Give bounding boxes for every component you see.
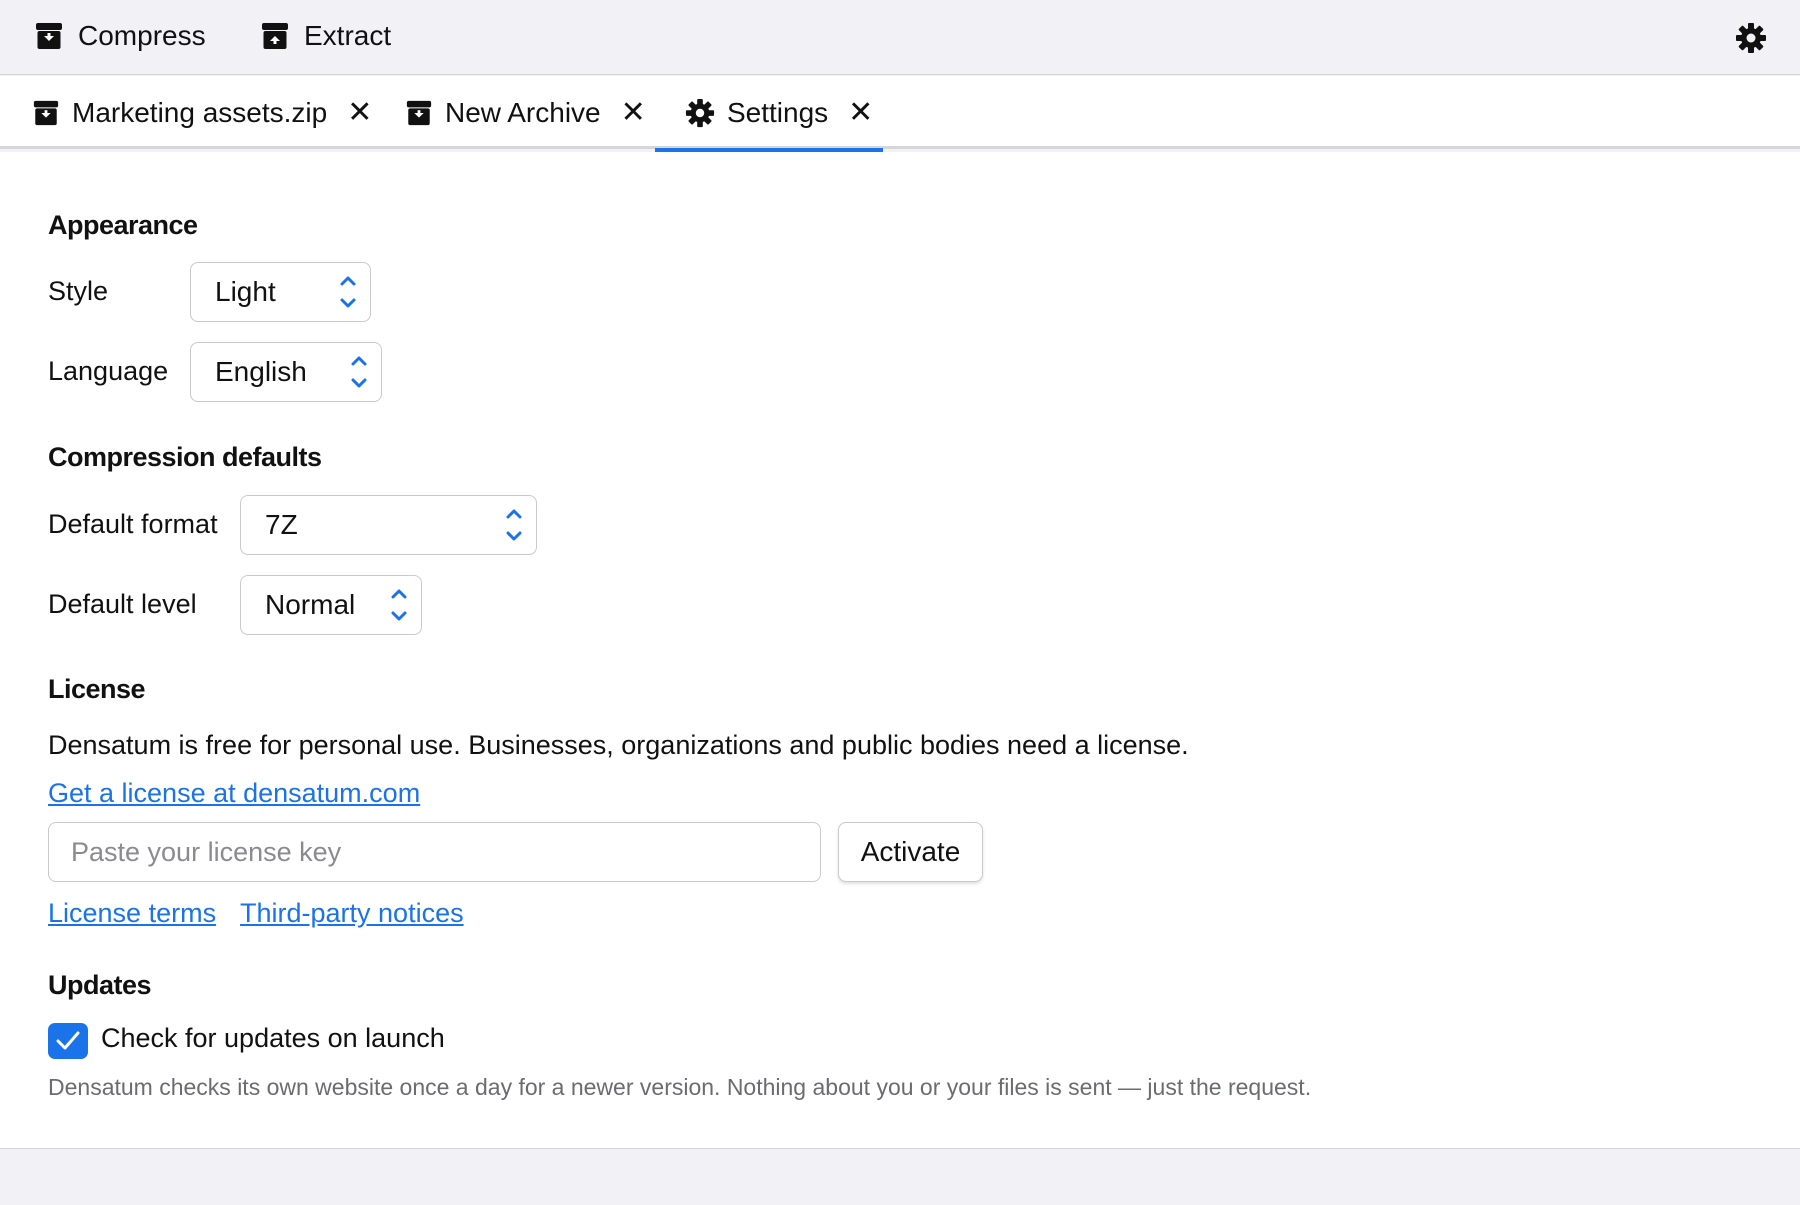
tab-label: Settings <box>727 96 829 128</box>
toolbar: Compress Extract <box>0 0 1800 75</box>
app-window: Compress Extract Marketing assets.zip ✕ … <box>0 0 1800 1205</box>
level-value: Normal <box>265 589 356 620</box>
updates-note: Densatum checks its own website once a d… <box>48 1074 1312 1100</box>
default-format-label: Default format <box>48 509 218 539</box>
close-icon[interactable]: ✕ <box>848 97 873 128</box>
default-level-select[interactable]: Normal <box>240 575 422 635</box>
chevron-updown-icon <box>391 589 407 621</box>
style-label: Style <box>48 276 109 306</box>
gear-icon <box>685 98 715 127</box>
tab-marketing-assets[interactable]: Marketing assets.zip ✕ <box>32 76 372 149</box>
license-description: Densatum is free for personal use. Busin… <box>48 730 1189 760</box>
settings-panel: Appearance Style Light Language English … <box>0 152 1800 1149</box>
compress-button[interactable]: Compress <box>34 20 206 52</box>
language-value: English <box>215 356 307 387</box>
archive-down-icon <box>36 23 62 49</box>
chevron-updown-icon <box>351 356 367 388</box>
language-select[interactable]: English <box>190 342 382 402</box>
style-select[interactable]: Light <box>190 262 371 322</box>
tab-settings[interactable]: Settings ✕ <box>655 76 883 152</box>
chevron-updown-icon <box>506 509 522 541</box>
default-level-label: Default level <box>48 589 197 619</box>
license-key-input[interactable] <box>48 822 821 882</box>
tab-label: New Archive <box>445 96 601 128</box>
compression-heading: Compression defaults <box>48 442 322 472</box>
tab-label: Marketing assets.zip <box>72 96 328 128</box>
archive-up-icon <box>262 23 288 49</box>
archive-icon <box>33 100 59 125</box>
close-icon[interactable]: ✕ <box>347 97 372 128</box>
third-party-notices-link[interactable]: Third-party notices <box>240 898 464 929</box>
activate-button[interactable]: Activate <box>838 822 983 882</box>
license-heading: License <box>48 674 146 704</box>
tab-new-archive[interactable]: New Archive ✕ <box>405 76 646 149</box>
language-label: Language <box>48 356 169 386</box>
checkmark-icon <box>56 1031 80 1050</box>
updates-heading: Updates <box>48 970 152 1000</box>
default-format-select[interactable]: 7Z <box>240 495 537 555</box>
check-updates-checkbox[interactable] <box>48 1023 88 1059</box>
appearance-heading: Appearance <box>48 210 198 240</box>
extract-button[interactable]: Extract <box>260 20 391 52</box>
compress-label: Compress <box>78 20 206 51</box>
extract-label: Extract <box>304 20 392 51</box>
style-value: Light <box>215 276 276 307</box>
license-terms-link[interactable]: License terms <box>48 898 216 929</box>
chevron-updown-icon <box>340 276 356 308</box>
check-updates-label[interactable]: Check for updates on launch <box>101 1023 445 1054</box>
close-icon[interactable]: ✕ <box>621 97 646 128</box>
format-value: 7Z <box>265 509 298 540</box>
tab-bar: Marketing assets.zip ✕ New Archive ✕ Set… <box>0 76 1800 152</box>
get-license-link[interactable]: Get a license at densatum.com <box>48 778 420 809</box>
gear-icon[interactable] <box>1735 22 1767 54</box>
archive-icon <box>406 100 432 125</box>
